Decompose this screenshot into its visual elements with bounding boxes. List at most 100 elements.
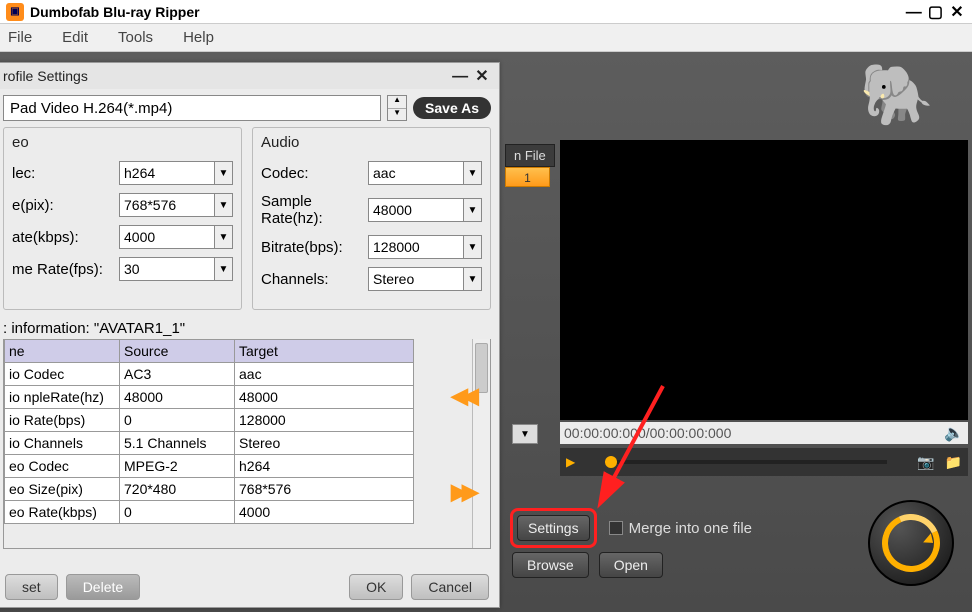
info-table: ne Source Target io CodecAC3aacio npleRa… [4, 339, 414, 524]
dialog-titlebar: rofile Settings — ✕ [0, 63, 499, 89]
convert-button[interactable] [868, 500, 954, 586]
table-row[interactable]: eo Size(pix)720*480768*576 [5, 478, 414, 501]
menubar: File Edit Tools Help [0, 24, 972, 52]
audio-bitrate-combo[interactable]: 128000 [368, 235, 464, 259]
cell-name: eo Codec [5, 455, 120, 478]
prev-icon[interactable]: ◀◀ [451, 383, 473, 409]
table-row[interactable]: eo CodecMPEG-2h264 [5, 455, 414, 478]
dialog-minimize-icon[interactable]: — [451, 68, 469, 86]
cell-target: aac [235, 363, 414, 386]
seek-knob[interactable] [605, 456, 617, 468]
menu-file[interactable]: File [8, 29, 32, 46]
window-titlebar: ▣ Dumbofab Blu-ray Ripper — ▢ ✕ [0, 0, 972, 24]
maximize-icon[interactable]: ▢ [926, 2, 944, 22]
volume-icon[interactable]: 🔈 [944, 423, 964, 443]
audio-group: Audio Codec: aac ▼ Sample Rate(hz): 4800… [252, 127, 491, 310]
audio-sr-combo[interactable]: 48000 [368, 198, 464, 222]
table-scrollbar[interactable] [472, 339, 490, 548]
browse-button[interactable]: Browse [512, 552, 589, 578]
app-icon: ▣ [6, 3, 24, 21]
chevron-down-icon[interactable]: ▼ [215, 161, 233, 185]
merge-checkbox-row[interactable]: Merge into one file [609, 520, 752, 537]
video-bitrate-combo[interactable]: 4000 [119, 225, 215, 249]
menu-edit[interactable]: Edit [62, 29, 88, 46]
profile-select[interactable]: Pad Video H.264(*.mp4) [3, 95, 381, 121]
merge-checkbox[interactable] [609, 521, 623, 535]
dialog-title: rofile Settings [3, 68, 88, 84]
audio-heading: Audio [261, 134, 482, 151]
reset-button[interactable]: set [5, 574, 58, 600]
snapshot-icon[interactable]: 📷 [917, 454, 934, 471]
cell-source: AC3 [120, 363, 235, 386]
col-name[interactable]: ne [5, 340, 120, 363]
cell-target: Stereo [235, 432, 414, 455]
chevron-down-icon[interactable]: ▼ [215, 257, 233, 281]
seek-track[interactable] [605, 460, 887, 464]
profile-spin[interactable]: ▲▼ [387, 95, 407, 121]
cell-name: io Codec [5, 363, 120, 386]
table-row[interactable]: eo Rate(kbps)04000 [5, 501, 414, 524]
table-row[interactable]: io Channels5.1 ChannelsStereo [5, 432, 414, 455]
dialog-close-icon[interactable]: ✕ [473, 66, 491, 86]
cell-name: io Rate(bps) [5, 409, 120, 432]
chevron-down-icon[interactable]: ▼ [464, 198, 482, 222]
merge-label: Merge into one file [629, 520, 752, 537]
timecode-row: 00:00:00:000/00:00:00:000 🔈 [560, 422, 968, 444]
cell-source: 5.1 Channels [120, 432, 235, 455]
video-codec-label: lec: [12, 165, 119, 182]
video-bitrate-label: ate(kbps): [12, 229, 119, 246]
chevron-down-icon[interactable]: ▼ [464, 235, 482, 259]
video-fps-combo[interactable]: 30 [119, 257, 215, 281]
video-size-combo[interactable]: 768*576 [119, 193, 215, 217]
audio-codec-label: Codec: [261, 165, 368, 182]
scrollbar-thumb[interactable] [475, 343, 488, 393]
col-source[interactable]: Source [120, 340, 235, 363]
cell-target: 4000 [235, 501, 414, 524]
cancel-button[interactable]: Cancel [411, 574, 489, 600]
audio-sr-label: Sample Rate(hz): [261, 193, 368, 227]
chevron-down-icon[interactable]: ▼ [215, 225, 233, 249]
cell-target: 768*576 [235, 478, 414, 501]
table-row[interactable]: io Rate(bps)0128000 [5, 409, 414, 432]
table-row[interactable]: io CodecAC3aac [5, 363, 414, 386]
info-block: : information: "AVATAR1_1" ne Source Tar… [3, 320, 491, 549]
open-folder-icon[interactable]: 📁 [945, 454, 962, 471]
next-icon[interactable]: ▶▶ [451, 479, 473, 505]
cell-source: 720*480 [120, 478, 235, 501]
file-tab[interactable]: n File [505, 144, 555, 167]
clip-dropdown-button[interactable]: ▼ [512, 424, 538, 444]
menu-tools[interactable]: Tools [118, 29, 153, 46]
save-as-button[interactable]: Save As [413, 97, 491, 119]
cell-name: io npleRate(hz) [5, 386, 120, 409]
clip-index-badge[interactable]: 1 [505, 167, 550, 187]
table-row[interactable]: io npleRate(hz)4800048000 [5, 386, 414, 409]
video-size-label: e(pix): [12, 197, 119, 214]
video-codec-combo[interactable]: h264 [119, 161, 215, 185]
menu-help[interactable]: Help [183, 29, 214, 46]
window-controls: — ▢ ✕ [905, 2, 966, 22]
play-icon[interactable]: ▶ [566, 455, 575, 469]
audio-codec-combo[interactable]: aac [368, 161, 464, 185]
chevron-down-icon[interactable]: ▼ [464, 267, 482, 291]
profile-row: Pad Video H.264(*.mp4) ▲▼ Save As [0, 89, 499, 127]
cell-name: eo Size(pix) [5, 478, 120, 501]
col-target[interactable]: Target [235, 340, 414, 363]
video-fps-label: me Rate(fps): [12, 261, 119, 278]
ok-button[interactable]: OK [349, 574, 403, 600]
convert-icon [874, 506, 948, 580]
timecode-text: 00:00:00:000/00:00:00:000 [564, 425, 731, 441]
audio-channels-label: Channels: [261, 271, 368, 288]
cell-source: MPEG-2 [120, 455, 235, 478]
chevron-down-icon[interactable]: ▼ [464, 161, 482, 185]
cell-name: io Channels [5, 432, 120, 455]
nav-arrows: ◀◀ ▶▶ [451, 383, 473, 505]
close-icon[interactable]: ✕ [948, 2, 966, 22]
open-button[interactable]: Open [599, 552, 663, 578]
settings-button[interactable]: Settings [517, 515, 590, 541]
chevron-down-icon[interactable]: ▼ [215, 193, 233, 217]
audio-bitrate-label: Bitrate(bps): [261, 239, 368, 256]
audio-channels-combo[interactable]: Stereo [368, 267, 464, 291]
delete-button[interactable]: Delete [66, 574, 140, 600]
minimize-icon[interactable]: — [905, 4, 923, 22]
profile-value: Pad Video H.264(*.mp4) [10, 100, 172, 117]
